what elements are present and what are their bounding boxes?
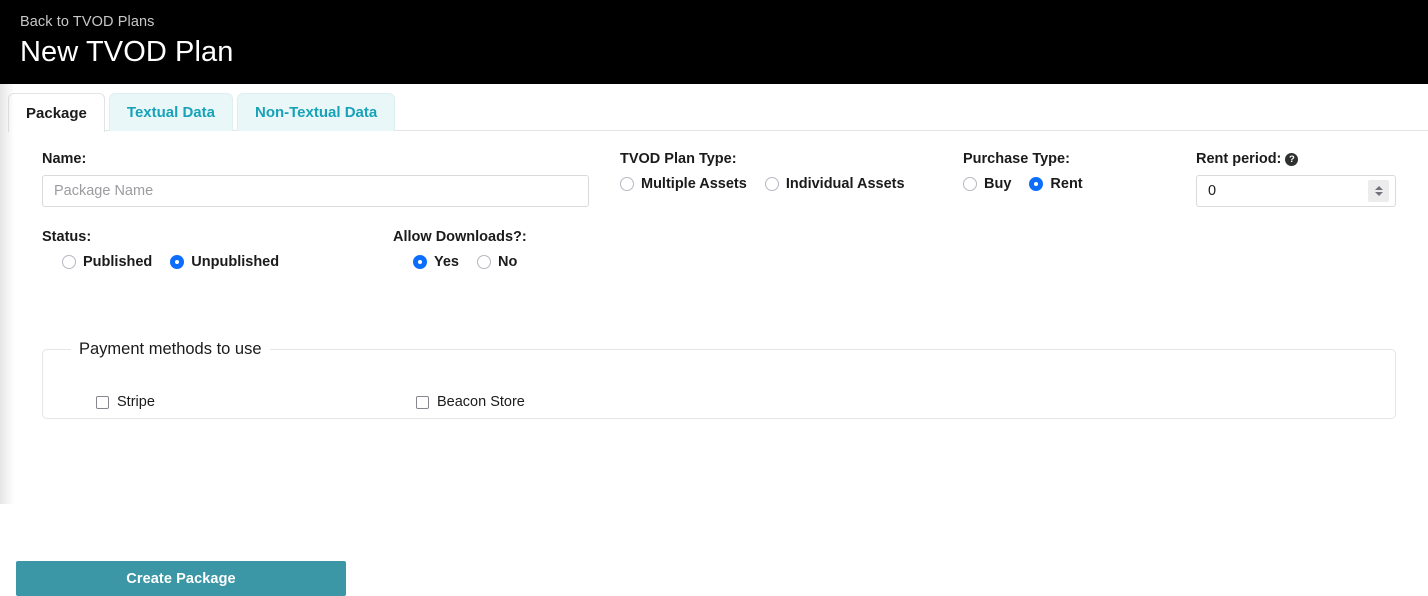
- radio-circle-icon: [620, 177, 634, 191]
- chevron-up-icon[interactable]: [1374, 186, 1383, 190]
- radio-label: Rent: [1050, 176, 1083, 192]
- radio-label: Published: [83, 254, 153, 270]
- radio-circle-selected-icon: [1029, 177, 1044, 191]
- checkbox-label: Stripe: [117, 394, 155, 410]
- rent-period-label: Rent period:?: [1196, 149, 1396, 169]
- status-group: Status: Published Unpublished: [42, 227, 279, 271]
- allow-downloads-group: Allow Downloads?: Yes No: [393, 227, 527, 271]
- plan-type-group: TVOD Plan Type: Multiple Assets Individu…: [620, 149, 905, 193]
- radio-circle-icon: [477, 255, 491, 269]
- radio-option-buy[interactable]: Buy: [963, 175, 1011, 193]
- radio-circle-icon: [62, 255, 76, 269]
- radio-circle-selected-icon: [170, 255, 185, 269]
- chevron-down-icon[interactable]: [1374, 192, 1383, 196]
- radio-label: No: [498, 254, 518, 270]
- checkbox-label: Beacon Store: [437, 394, 525, 410]
- radio-circle-selected-icon: [413, 255, 427, 269]
- tab-non-textual-data[interactable]: Non-Textual Data: [236, 93, 396, 131]
- radio-option-yes[interactable]: Yes: [413, 253, 459, 271]
- radio-label: Unpublished: [191, 254, 280, 270]
- page-header: Back to TVOD Plans New TVOD Plan: [0, 0, 1428, 84]
- form-row-secondary: Status: Published Unpublished Allow Down…: [0, 227, 1428, 285]
- plan-type-label: TVOD Plan Type:: [620, 151, 737, 167]
- checkbox-option-stripe[interactable]: Stripe: [96, 393, 155, 411]
- radio-label: Individual Assets: [785, 176, 905, 192]
- status-label: Status:: [42, 229, 92, 245]
- package-form: Name: TVOD Plan Type: Multiple Assets In…: [0, 131, 1428, 596]
- page-title: New TVOD Plan: [20, 36, 234, 68]
- purchase-type-label: Purchase Type:: [963, 151, 1070, 167]
- allow-downloads-label: Allow Downloads?:: [393, 229, 527, 245]
- stepper-buttons[interactable]: [1368, 180, 1389, 202]
- radio-option-unpublished[interactable]: Unpublished: [170, 253, 279, 271]
- radio-label: Multiple Assets: [641, 176, 747, 192]
- question-mark-circle-icon[interactable]: ?: [1285, 153, 1299, 167]
- radio-circle-icon: [764, 177, 779, 191]
- name-field-group: Name:: [42, 149, 589, 207]
- form-row-primary: Name: TVOD Plan Type: Multiple Assets In…: [0, 149, 1428, 227]
- rent-period-label-text: Rent period:: [1196, 151, 1282, 167]
- radio-option-no[interactable]: No: [477, 253, 517, 271]
- purchase-type-group: Purchase Type: Buy Rent: [963, 149, 1083, 193]
- checkbox-option-beacon-store[interactable]: Beacon Store: [416, 393, 525, 411]
- checkbox-square-icon: [96, 395, 109, 409]
- radio-option-rent[interactable]: Rent: [1029, 175, 1083, 193]
- name-input[interactable]: [42, 175, 589, 207]
- radio-label: Buy: [984, 176, 1012, 192]
- rent-period-group: Rent period:?: [1196, 149, 1396, 207]
- checkbox-square-icon: [416, 395, 429, 409]
- payment-methods-fieldset: Payment methods to use Stripe Beacon Sto…: [42, 338, 1396, 419]
- tab-textual-data[interactable]: Textual Data: [108, 93, 233, 131]
- rent-period-stepper[interactable]: [1196, 175, 1396, 207]
- radio-circle-icon: [963, 177, 977, 191]
- rent-period-input[interactable]: [1197, 176, 1395, 206]
- radio-option-published[interactable]: Published: [62, 253, 152, 271]
- tab-package[interactable]: Package: [8, 93, 105, 132]
- radio-option-individual-assets[interactable]: Individual Assets: [764, 175, 905, 193]
- radio-option-multiple-assets[interactable]: Multiple Assets: [620, 175, 747, 193]
- tab-strip: Package Textual Data Non-Textual Data: [0, 84, 1428, 132]
- radio-label: Yes: [434, 254, 459, 270]
- back-to-tvod-plans-link[interactable]: Back to TVOD Plans: [20, 13, 155, 31]
- page-body: Package Textual Data Non-Textual Data Na…: [0, 84, 1428, 596]
- create-package-button[interactable]: Create Package: [16, 561, 346, 596]
- name-label: Name:: [42, 151, 87, 167]
